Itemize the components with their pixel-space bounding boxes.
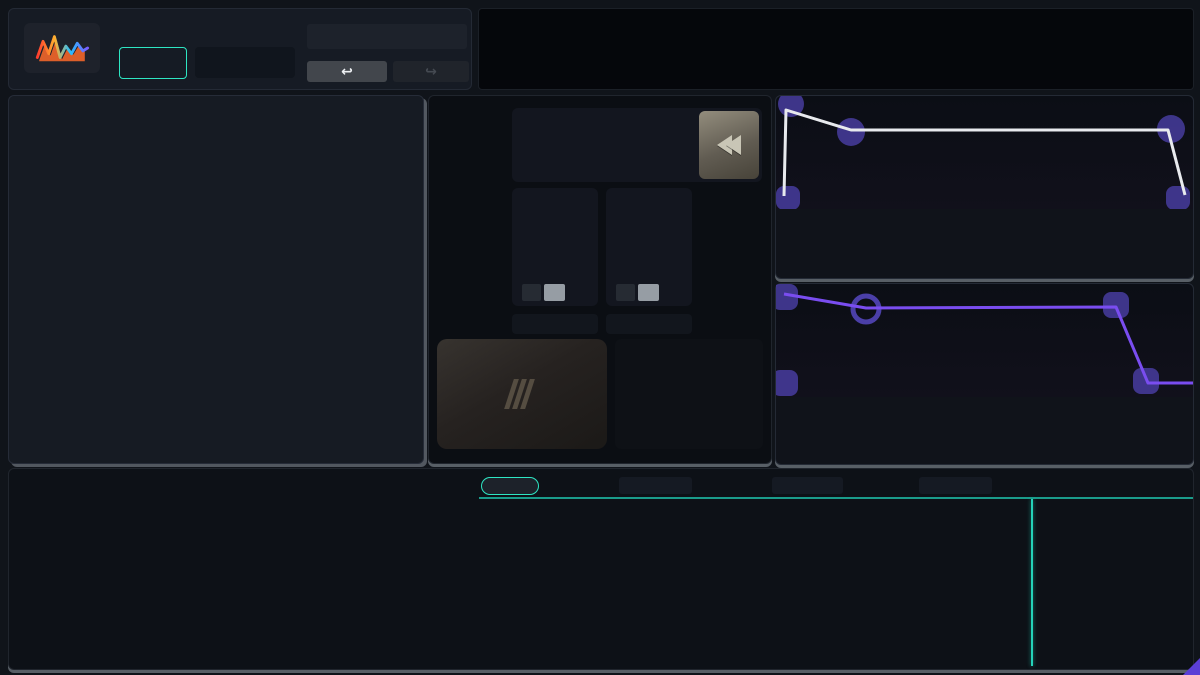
speed-box [512, 188, 598, 306]
quantize-value-field[interactable] [195, 47, 295, 78]
undo-icon: ↩ [341, 63, 353, 80]
start-field[interactable] [619, 477, 692, 494]
center-controls-panel [428, 95, 772, 464]
rewind-button[interactable] [699, 111, 759, 179]
super-stutter-plugin-window: ↩ ↪ [0, 0, 1200, 675]
glide-label[interactable] [512, 314, 598, 334]
preset-name-field[interactable] [307, 24, 467, 49]
envelope-panel-1 [775, 95, 1194, 279]
sequencer-on-button[interactable] [481, 477, 539, 495]
rewind-icon-2 [726, 135, 741, 155]
header-bar: ↩ ↪ [8, 8, 472, 90]
envelope-panel-2 [775, 283, 1194, 465]
envelope-2-line [784, 294, 1193, 383]
redo-icon: ↪ [425, 63, 437, 80]
length-field[interactable] [772, 477, 843, 494]
speed-q-button[interactable] [522, 284, 541, 301]
envelope-1-editor[interactable] [776, 96, 1193, 209]
quantize-on-button[interactable] [119, 47, 187, 79]
pitch-box [606, 188, 692, 306]
speed-r-button[interactable] [544, 284, 565, 301]
redo-button[interactable]: ↪ [393, 61, 469, 82]
pitch-quantize-row [616, 284, 665, 301]
glide-value[interactable] [606, 314, 692, 334]
plugin-logo [24, 23, 100, 73]
pitch-q-button[interactable] [616, 284, 635, 301]
fx-box [512, 108, 762, 182]
bottom-panel [8, 468, 1194, 670]
undo-button[interactable]: ↩ [307, 61, 387, 82]
envelope-2-handles [776, 284, 1159, 396]
sequencer-playhead [1031, 499, 1033, 666]
super-stutter-logo-card [437, 339, 607, 449]
resize-grip[interactable] [1183, 658, 1200, 675]
envelope-1-handles [776, 96, 1190, 209]
pitch-r-button[interactable] [638, 284, 659, 301]
waveform-logo-icon [33, 29, 91, 67]
envelope-2-editor[interactable] [776, 284, 1193, 397]
pad-matrix-panel [8, 95, 424, 464]
logo-bars [504, 379, 535, 409]
duration-field[interactable] [919, 477, 992, 494]
speed-quantize-row [522, 284, 571, 301]
mix-box [615, 339, 763, 449]
sequencer-divider [479, 497, 1193, 499]
waveform-overview[interactable] [478, 8, 1194, 90]
